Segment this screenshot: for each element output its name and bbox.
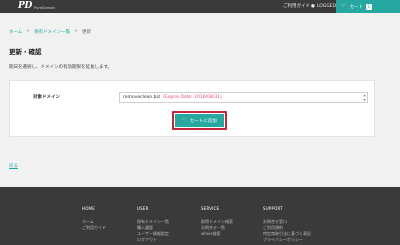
user-icon: ●: [311, 4, 315, 9]
logo-text: PureDomain: [33, 6, 56, 10]
back-link[interactable]: 戻る: [9, 163, 18, 169]
field-scroll-arrows[interactable]: ▲ ▼: [362, 93, 367, 102]
top-bar: PD PureDomain ご利用ガイド ● LOGGED 🛒 カート 1: [0, 0, 400, 13]
cart-button[interactable]: 🛒 カート 1: [336, 0, 400, 13]
target-domain-field[interactable]: removeclean.biz (Expire Date: 2016/08/31…: [119, 92, 368, 103]
cart-icon: 🛒: [341, 4, 347, 9]
guide-link[interactable]: ご利用ガイド: [283, 0, 310, 13]
user-menu[interactable]: ● LOGGED: [311, 0, 336, 13]
footer-heading: SUPPORT: [263, 206, 283, 211]
footer-column-support: SUPPORT お問合せ窓口 ご利用規約 特定商取引法に基づく表記 プライバシー…: [263, 206, 311, 243]
footer-link[interactable]: ご利用ガイド: [82, 225, 106, 231]
footer-link[interactable]: whois検索: [201, 231, 233, 237]
cart-count-badge: 1: [366, 3, 372, 10]
footer-column-home: HOME ホーム ご利用ガイド: [82, 206, 106, 231]
breadcrumb-current: 更新: [81, 30, 91, 35]
page-description: 期日を選択し、ドメインの有効期限を延長します。: [9, 65, 113, 70]
cart-label: カート: [349, 4, 364, 10]
footer: [0, 187, 400, 245]
domain-name: removeclean.biz: [123, 95, 161, 100]
logo-mark: PD: [18, 1, 32, 11]
footer-column-user: USER 保有ドメイン一覧 購入履歴 ユーザー情報設定 ログアウト: [137, 206, 169, 243]
page-title: 更新・確認: [9, 48, 42, 56]
breadcrumb-separator: >: [26, 29, 31, 34]
breadcrumb-domain-list[interactable]: 保有ドメイン一覧: [34, 29, 70, 35]
breadcrumb: ホーム > 保有ドメイン一覧 > 更新: [9, 29, 91, 35]
breadcrumb-home[interactable]: ホーム: [9, 29, 22, 35]
domain-expire-date: (Expire Date: 2016/08/31): [163, 95, 222, 100]
cart-icon: 🛒: [182, 118, 188, 123]
user-label: LOGGED: [316, 4, 337, 9]
footer-link[interactable]: プライバシーポリシー: [263, 237, 311, 243]
footer-link[interactable]: ログアウト: [137, 237, 169, 243]
footer-column-service: SERVICE 取得ドメイン検索 お問合せ一覧 whois検索: [201, 206, 233, 237]
footer-heading: SERVICE: [201, 206, 220, 211]
site-logo[interactable]: PD PureDomain: [18, 1, 55, 12]
target-domain-label: 対象ドメイン: [33, 95, 60, 100]
footer-heading: USER: [137, 206, 149, 211]
footer-heading: HOME: [82, 206, 95, 211]
add-to-cart-label: カートに追加: [189, 118, 217, 124]
add-to-cart-button[interactable]: 🛒 カートに追加: [175, 114, 224, 127]
breadcrumb-separator: >: [74, 29, 78, 34]
